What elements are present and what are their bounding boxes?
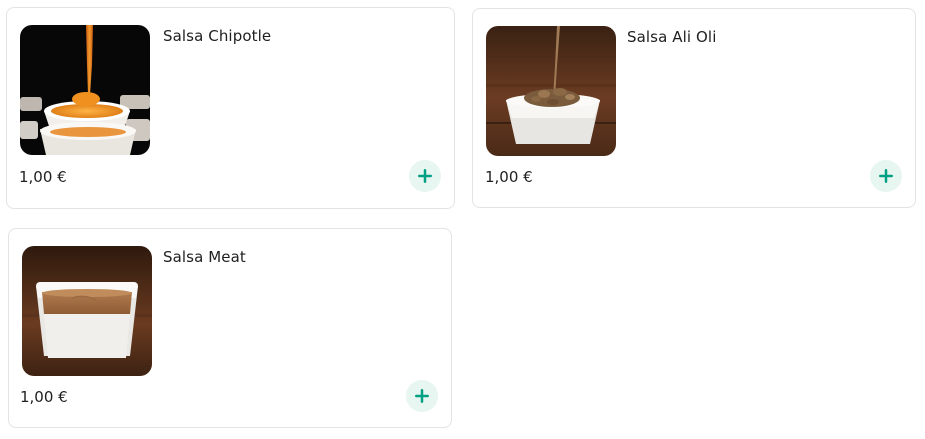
add-to-cart-button[interactable] [406, 380, 438, 412]
salsa-chipotle-image [20, 25, 150, 155]
product-grid: Salsa Chipotle 1,00 € Salsa Ali Oli 1,00… [0, 0, 925, 439]
product-price: 1,00 € [20, 388, 68, 406]
plus-icon [870, 160, 902, 192]
product-name: Salsa Chipotle [163, 27, 272, 45]
plus-icon [406, 380, 438, 412]
plus-icon [409, 160, 441, 192]
product-name: Salsa Meat [163, 248, 246, 266]
add-to-cart-button[interactable] [409, 160, 441, 192]
product-price: 1,00 € [19, 168, 67, 186]
product-card-salsa-ali-oli[interactable]: Salsa Ali Oli 1,00 € [472, 8, 916, 208]
product-name: Salsa Ali Oli [627, 28, 717, 46]
add-to-cart-button[interactable] [870, 160, 902, 192]
salsa-ali-oli-image [486, 26, 616, 156]
product-card-salsa-meat[interactable]: Salsa Meat 1,00 € [8, 228, 452, 428]
product-price: 1,00 € [485, 168, 533, 186]
product-card-salsa-chipotle[interactable]: Salsa Chipotle 1,00 € [6, 7, 455, 209]
salsa-meat-image [22, 246, 152, 376]
